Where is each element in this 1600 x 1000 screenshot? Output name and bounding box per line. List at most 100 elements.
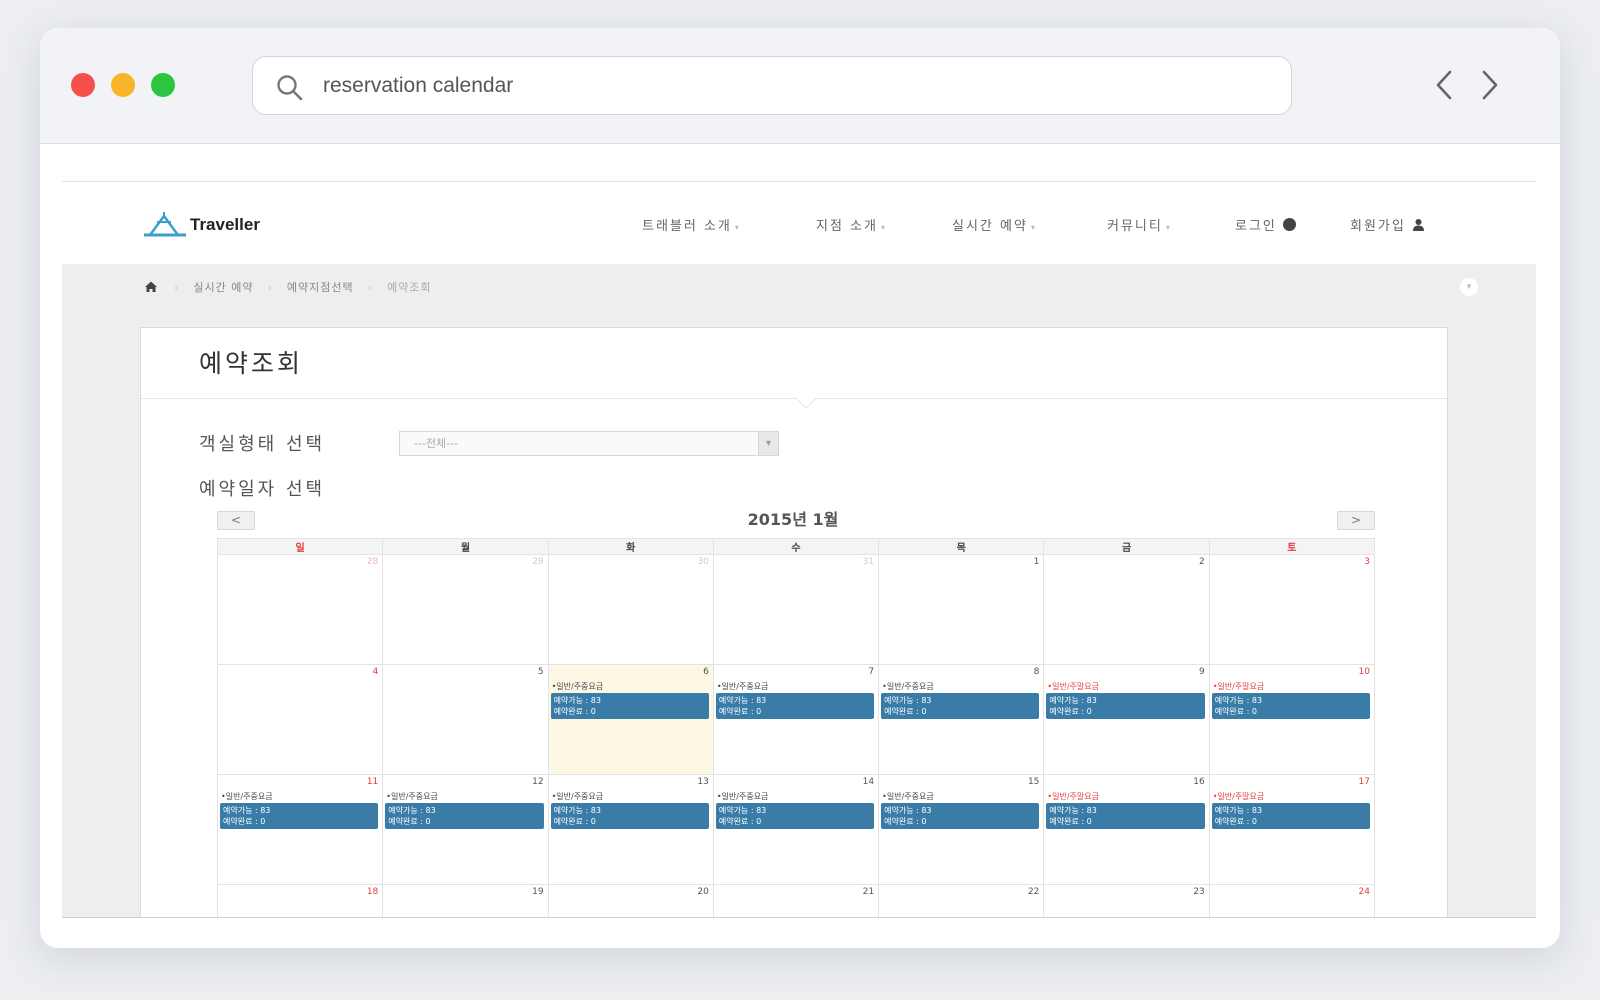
site-logo[interactable]: Traveller — [142, 210, 260, 240]
calendar-day-cell[interactable]: 22 — [878, 884, 1045, 918]
calendar-week-row: 28 29 30 31 1 2 3 — [216, 554, 1376, 665]
calendar-day-cell[interactable]: 29 — [382, 554, 549, 665]
room-type-value: ---전체--- — [414, 437, 459, 450]
booked-count: 예약완료 : 0 — [1214, 707, 1257, 716]
calendar-day-cell[interactable]: 20 — [547, 884, 714, 918]
panel-notch — [796, 389, 816, 409]
minimize-window-button[interactable] — [111, 73, 135, 97]
availability-event[interactable]: 예약가능 : 83 예약완료 : 0 — [715, 693, 875, 719]
calendar-day-cell[interactable]: 4 — [216, 664, 384, 775]
availability-event[interactable]: 예약가능 : 83 예약완료 : 0 — [881, 693, 1040, 719]
menu-community-label: 커뮤니티 — [1107, 219, 1163, 234]
address-input[interactable] — [323, 69, 1223, 103]
breadcrumb-reservation[interactable]: 실시간 예약 — [193, 279, 253, 295]
day-number: 14 — [862, 777, 875, 787]
availability-event[interactable]: 예약가능 : 83 예약완료 : 0 — [550, 803, 709, 829]
booked-count: 예약완료 : 0 — [1214, 817, 1257, 826]
calendar-day-cell[interactable]: 18 — [216, 884, 384, 918]
weekday-sun: 일 — [216, 538, 384, 555]
calendar-day-cell[interactable]: 3 — [1208, 554, 1376, 665]
available-count: 예약가능 : 83 — [1049, 696, 1097, 705]
availability-event[interactable]: 예약가능 : 83 예약완료 : 0 — [715, 803, 875, 829]
calendar-day-cell[interactable]: 30 — [547, 554, 714, 665]
menu-branches[interactable]: 지점 소개 ▾ — [816, 215, 887, 234]
booked-count: 예약완료 : 0 — [223, 817, 266, 826]
address-bar[interactable] — [252, 56, 1292, 115]
close-window-button[interactable] — [71, 73, 95, 97]
day-number: 17 — [1358, 777, 1370, 787]
available-count: 예약가능 : 83 — [223, 806, 271, 815]
calendar-day-cell[interactable]: 24 — [1208, 884, 1376, 918]
availability-event[interactable]: 예약가능 : 83 예약완료 : 0 — [1211, 803, 1370, 829]
menu-signup[interactable]: 회원가입 — [1350, 215, 1425, 234]
day-number: 2 — [1198, 557, 1205, 567]
availability-event[interactable]: 예약가능 : 83 예약완료 : 0 — [1046, 693, 1205, 719]
maximize-window-button[interactable] — [151, 73, 175, 97]
breadcrumb-toggle-button[interactable]: ▾ — [1460, 278, 1478, 296]
calendar-day-cell[interactable]: 28 — [216, 554, 384, 665]
rate-label: •일반/주중요금 — [551, 682, 604, 691]
breadcrumb-current: 예약조회 — [387, 281, 432, 294]
menu-community[interactable]: 커뮤니티 ▾ — [1107, 215, 1172, 234]
menu-login-label: 로그인 — [1235, 219, 1277, 234]
calendar-day-cell[interactable]: 13 •일반/주중요금 예약가능 : 83 예약완료 : 0 — [547, 774, 714, 885]
day-number: 29 — [532, 557, 544, 567]
menu-reservation[interactable]: 실시간 예약 ▾ — [952, 215, 1037, 234]
day-number: 18 — [366, 887, 379, 897]
availability-event[interactable]: 예약가능 : 83 예약완료 : 0 — [220, 803, 379, 829]
forward-arrow-icon[interactable] — [1474, 68, 1504, 102]
available-count: 예약가능 : 83 — [553, 806, 601, 815]
calendar-day-cell[interactable]: 31 — [712, 554, 880, 665]
available-count: 예약가능 : 83 — [1214, 696, 1263, 705]
back-arrow-icon[interactable] — [1430, 68, 1460, 102]
booked-count: 예약완료 : 0 — [553, 707, 596, 716]
content-area: › 실시간 예약 › 예약지점선택 › 예약조회 ▾ 예약조회 객실형태 선택 … — [62, 264, 1536, 918]
calendar-day-cell[interactable]: 17 •일반/주말요금 예약가능 : 83 예약완료 : 0 — [1208, 774, 1376, 885]
date-select-label: 예약일자 선택 — [199, 479, 326, 500]
calendar-day-cell[interactable]: 11 •일반/주중요금 예약가능 : 83 예약완료 : 0 — [216, 774, 384, 885]
room-type-select[interactable]: ---전체--- ▾ — [399, 431, 779, 456]
calendar-prev-button[interactable]: < — [217, 511, 255, 530]
day-number: 23 — [1193, 887, 1205, 897]
calendar-day-cell[interactable]: 15 •일반/주중요금 예약가능 : 83 예약완료 : 0 — [878, 774, 1045, 885]
booked-count: 예약완료 : 0 — [718, 707, 762, 716]
availability-event[interactable]: 예약가능 : 83 예약완료 : 0 — [550, 693, 709, 719]
chevron-down-icon: ▾ — [1165, 223, 1172, 232]
calendar-day-cell[interactable]: 19 — [382, 884, 549, 918]
day-number: 13 — [697, 777, 709, 787]
calendar-grid: 일 월 화 수 목 금 토 28 29 30 31 1 2 3 4 5 6 •일반/주중요금 예약가능… — [216, 538, 1376, 918]
availability-event[interactable]: 예약가능 : 83 예약완료 : 0 — [1046, 803, 1205, 829]
calendar-day-cell[interactable]: 6 •일반/주중요금 예약가능 : 83 예약완료 : 0 — [547, 664, 714, 775]
day-number: 16 — [1193, 777, 1205, 787]
rate-label: •일반/주중요금 — [882, 682, 934, 691]
calendar-day-cell[interactable]: 14 •일반/주중요금예약가능 : 83 예약완료 : 0 — [712, 774, 880, 885]
calendar-day-cell[interactable]: 21 — [712, 884, 880, 918]
day-number: 30 — [697, 557, 709, 567]
availability-event[interactable]: 예약가능 : 83 예약완료 : 0 — [881, 803, 1040, 829]
menu-login[interactable]: 로그인 — [1235, 215, 1297, 234]
calendar-day-cell[interactable]: 2 — [1043, 554, 1210, 665]
day-number: 1 — [1033, 557, 1040, 567]
calendar-day-cell[interactable]: 1 — [878, 554, 1045, 665]
day-number: 4 — [372, 667, 379, 677]
home-icon[interactable] — [142, 278, 160, 296]
calendar-day-cell[interactable]: 16 •일반/주말요금 예약가능 : 83 예약완료 : 0 — [1043, 774, 1210, 885]
calendar-day-cell[interactable]: 23 — [1043, 884, 1210, 918]
menu-about[interactable]: 트래블러 소개 ▾ — [642, 215, 741, 234]
site-header: Traveller 트래블러 소개 ▾ 지점 소개 ▾ 실시간 예약 ▾ 커뮤니티 ▾ … — [62, 182, 1536, 264]
breadcrumb-branch-select[interactable]: 예약지점선택 — [287, 279, 354, 295]
calendar-day-cell[interactable]: 5 — [382, 664, 549, 775]
availability-event[interactable]: 예약가능 : 83 예약완료 : 0 — [385, 803, 544, 829]
calendar-day-cell[interactable]: 8 •일반/주중요금 예약가능 : 83 예약완료 : 0 — [878, 664, 1045, 775]
booked-count: 예약완료 : 0 — [388, 817, 431, 826]
calendar-next-button[interactable]: > — [1337, 511, 1375, 530]
weekday-thu: 목 — [878, 538, 1045, 555]
day-number: 5 — [537, 667, 544, 677]
rate-label: •일반/주중요금 — [716, 792, 769, 801]
availability-event[interactable]: 예약가능 : 83 예약완료 : 0 — [1211, 693, 1370, 719]
browser-toolbar — [40, 28, 1560, 144]
calendar-day-cell[interactable]: 10 •일반/주말요금 예약가능 : 83 예약완료 : 0 — [1208, 664, 1376, 775]
calendar-day-cell[interactable]: 9 •일반/주말요금 예약가능 : 83 예약완료 : 0 — [1043, 664, 1210, 775]
calendar-day-cell[interactable]: 7 •일반/주중요금 예약가능 : 83 예약완료 : 0 — [712, 664, 880, 775]
calendar-day-cell[interactable]: 12 •일반/주중요금 예약가능 : 83 예약완료 : 0 — [382, 774, 549, 885]
